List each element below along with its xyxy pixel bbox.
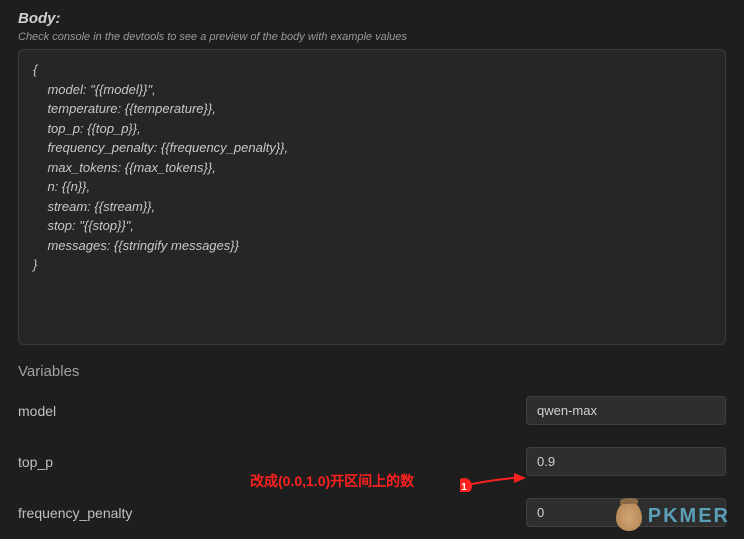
body-hint-text: Check console in the devtools to see a p… [18,31,726,43]
annotation-text: 改成(0.0,1.0)开区间上的数 [250,471,414,491]
variables-section-title: Variables [18,363,726,380]
variable-label-frequency-penalty: frequency_penalty [18,505,132,521]
watermark-logo-icon [616,501,642,531]
variable-label-model: model [18,403,56,419]
annotation-marker-number: 1 [461,482,467,492]
variable-input-top-p[interactable] [526,447,726,476]
watermark-text: PKMER [648,505,730,528]
variable-label-top-p: top_p [18,454,53,470]
annotation-arrow-icon: 1 [460,468,528,492]
variable-row-model: model [18,396,726,425]
body-code-editor[interactable]: { model: "{{model}}", temperature: {{tem… [18,49,726,345]
watermark: PKMER [616,501,730,531]
body-section-title: Body: [18,10,726,27]
variable-input-model[interactable] [526,396,726,425]
